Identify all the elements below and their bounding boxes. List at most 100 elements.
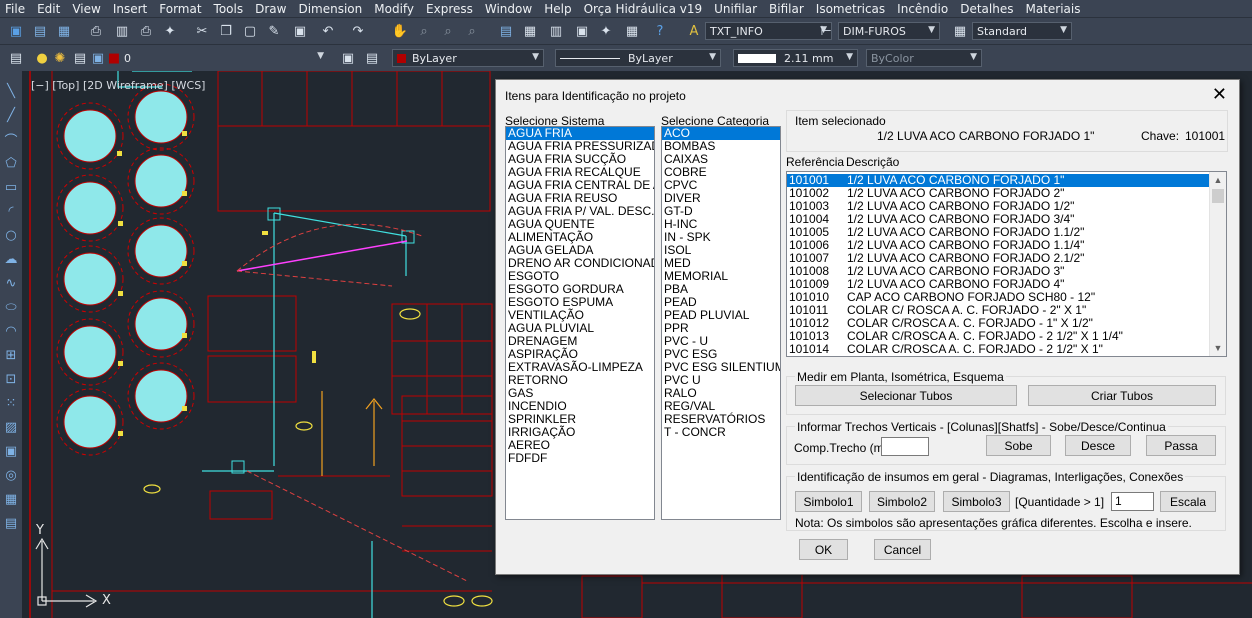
layer-on-icon[interactable]: ●: [34, 50, 50, 66]
tool-palettes-icon[interactable]: ▥: [548, 23, 564, 39]
lineweight-select[interactable]: 2.11 mm ▼: [733, 49, 858, 67]
ok-button[interactable]: OK: [799, 539, 848, 560]
sheet-set-icon[interactable]: ▣: [574, 23, 590, 39]
menu-item[interactable]: Edit: [32, 2, 67, 16]
sistema-item[interactable]: FDFDF: [506, 452, 654, 465]
layer-lock-icon[interactable]: ▤: [72, 50, 88, 66]
text-style-select[interactable]: TXT_INFO ▼: [705, 22, 832, 40]
menu-item[interactable]: Unifilar: [709, 2, 764, 16]
menu-item[interactable]: Materiais: [1020, 2, 1087, 16]
line-icon[interactable]: ╲: [3, 83, 19, 99]
layer-plot-icon[interactable]: ▣: [90, 50, 106, 66]
menu-item[interactable]: Express: [421, 2, 480, 16]
menu-item[interactable]: Detalhes: [955, 2, 1020, 16]
pan-icon[interactable]: ✋: [392, 23, 408, 39]
polyline-icon[interactable]: ⌒: [3, 131, 19, 149]
block-editor-icon[interactable]: ▣: [292, 23, 308, 39]
arc-icon[interactable]: ◜: [3, 203, 19, 219]
dim-style-select[interactable]: DIM-FUROS ▼: [838, 22, 940, 40]
menu-item[interactable]: Format: [154, 2, 208, 16]
point-icon[interactable]: ⁙: [3, 395, 19, 411]
menu-item[interactable]: Orça Hidráulica v19: [579, 2, 710, 16]
publish-icon[interactable]: ✦: [162, 23, 178, 39]
cancel-button[interactable]: Cancel: [874, 539, 931, 560]
layer-previous-icon[interactable]: ▤: [364, 50, 380, 66]
menu-item[interactable]: Help: [539, 2, 578, 16]
menu-item[interactable]: Isometricas: [811, 2, 892, 16]
print-icon[interactable]: ⎙: [88, 23, 104, 39]
plotstyle-select[interactable]: ByColor ▼: [866, 49, 982, 67]
menu-item[interactable]: Modify: [369, 2, 421, 16]
layer-thaw-icon[interactable]: ✺: [52, 50, 68, 66]
escala-button[interactable]: Escala: [1160, 491, 1216, 512]
revcloud-icon[interactable]: ☁: [3, 251, 19, 267]
criar-tubos-button[interactable]: Criar Tubos: [1028, 385, 1216, 406]
item-row[interactable]: 101014 COLAR C/ROSCA A. C. FORJADO - 2 1/…: [787, 343, 1209, 356]
construction-line-icon[interactable]: ╱: [3, 107, 19, 123]
help-icon[interactable]: ?: [652, 23, 668, 39]
polygon-icon[interactable]: ⬠: [3, 155, 19, 171]
rectangle-icon[interactable]: ▭: [3, 179, 19, 195]
paste-icon[interactable]: ▢: [242, 23, 258, 39]
insert-block-icon[interactable]: ⊞: [3, 347, 19, 363]
open-file-icon[interactable]: ▤: [32, 23, 48, 39]
quickcalc-icon[interactable]: ▦: [624, 23, 640, 39]
sistema-list[interactable]: AGUA FRIA AGUA FRIA PRESSURIZADA AGUA FRIA…: [505, 126, 655, 520]
menu-item[interactable]: Window: [480, 2, 539, 16]
circle-icon[interactable]: ○: [3, 227, 19, 243]
categoria-list[interactable]: ACO BOMBAS CAIXAS COBRE CPVC DIVER GT-D H-INC IN…: [661, 126, 781, 520]
scroll-thumb[interactable]: [1212, 189, 1224, 203]
spline-icon[interactable]: ∿: [3, 275, 19, 291]
menu-item[interactable]: Draw: [250, 2, 293, 16]
menu-item[interactable]: Insert: [108, 2, 154, 16]
quantidade-input[interactable]: 1: [1111, 492, 1154, 511]
menu-item[interactable]: Tools: [209, 2, 251, 16]
make-current-icon[interactable]: ▣: [340, 50, 356, 66]
menu-item[interactable]: Dimension: [293, 2, 369, 16]
selecionar-tubos-button[interactable]: Selecionar Tubos: [795, 385, 1017, 406]
comp-trecho-input[interactable]: [881, 437, 929, 456]
print-preview-icon[interactable]: ▥: [114, 23, 130, 39]
zoom-window-icon[interactable]: ⌕: [440, 23, 456, 39]
scroll-up-icon[interactable]: ▲: [1210, 172, 1226, 188]
plot-icon[interactable]: ⎙: [138, 23, 154, 39]
zoom-previous-icon[interactable]: ⌕: [464, 23, 480, 39]
items-scrollbar[interactable]: ▲ ▼: [1209, 172, 1226, 356]
undo-icon[interactable]: ↶: [320, 23, 336, 39]
desce-button[interactable]: Desce: [1065, 435, 1131, 456]
sobe-button[interactable]: Sobe: [986, 435, 1051, 456]
categoria-item[interactable]: T - CONCR: [662, 426, 780, 439]
markup-icon[interactable]: ✦: [598, 23, 614, 39]
viewport-controls[interactable]: [−] [Top] [2D Wireframe] [WCS]: [31, 79, 205, 92]
copy-icon[interactable]: ❐: [218, 23, 234, 39]
simbolo1-button[interactable]: Simbolo1: [795, 491, 862, 512]
ellipse-arc-icon[interactable]: ◠: [3, 323, 19, 339]
menu-item[interactable]: View: [67, 2, 107, 16]
make-block-icon[interactable]: ⊡: [3, 371, 19, 387]
design-center-icon[interactable]: ▦: [522, 23, 538, 39]
items-list[interactable]: 101001 1/2 LUVA ACO CARBONO FORJADO 1" 101…: [786, 171, 1227, 357]
menu-item[interactable]: Incêndio: [892, 2, 955, 16]
gradient-icon[interactable]: ▣: [3, 443, 19, 459]
cut-icon[interactable]: ✂: [194, 23, 210, 39]
new-file-icon[interactable]: ▣: [8, 23, 24, 39]
scroll-down-icon[interactable]: ▼: [1210, 340, 1226, 356]
save-icon[interactable]: ▦: [56, 23, 72, 39]
hatch-icon[interactable]: ▨: [3, 419, 19, 435]
match-properties-icon[interactable]: ✎: [266, 23, 282, 39]
redo-icon[interactable]: ↷: [350, 23, 366, 39]
properties-icon[interactable]: ▤: [498, 23, 514, 39]
simbolo3-button[interactable]: Simbolo3: [943, 491, 1010, 512]
table-icon[interactable]: ▦: [3, 491, 19, 507]
linetype-select[interactable]: ByLayer ▼: [555, 49, 721, 67]
table-style-select[interactable]: Standard ▼: [972, 22, 1072, 40]
layer-select[interactable]: 0 ▼: [120, 49, 328, 67]
region-icon[interactable]: ◎: [3, 467, 19, 483]
ellipse-icon[interactable]: ⬭: [3, 299, 19, 315]
zoom-realtime-icon[interactable]: ⌕: [416, 23, 432, 39]
layer-properties-icon[interactable]: ▤: [8, 50, 24, 66]
menu-item[interactable]: Bifilar: [764, 2, 811, 16]
close-icon[interactable]: ✕: [1212, 84, 1227, 105]
simbolo2-button[interactable]: Simbolo2: [869, 491, 935, 512]
color-select[interactable]: ByLayer ▼: [392, 49, 544, 67]
